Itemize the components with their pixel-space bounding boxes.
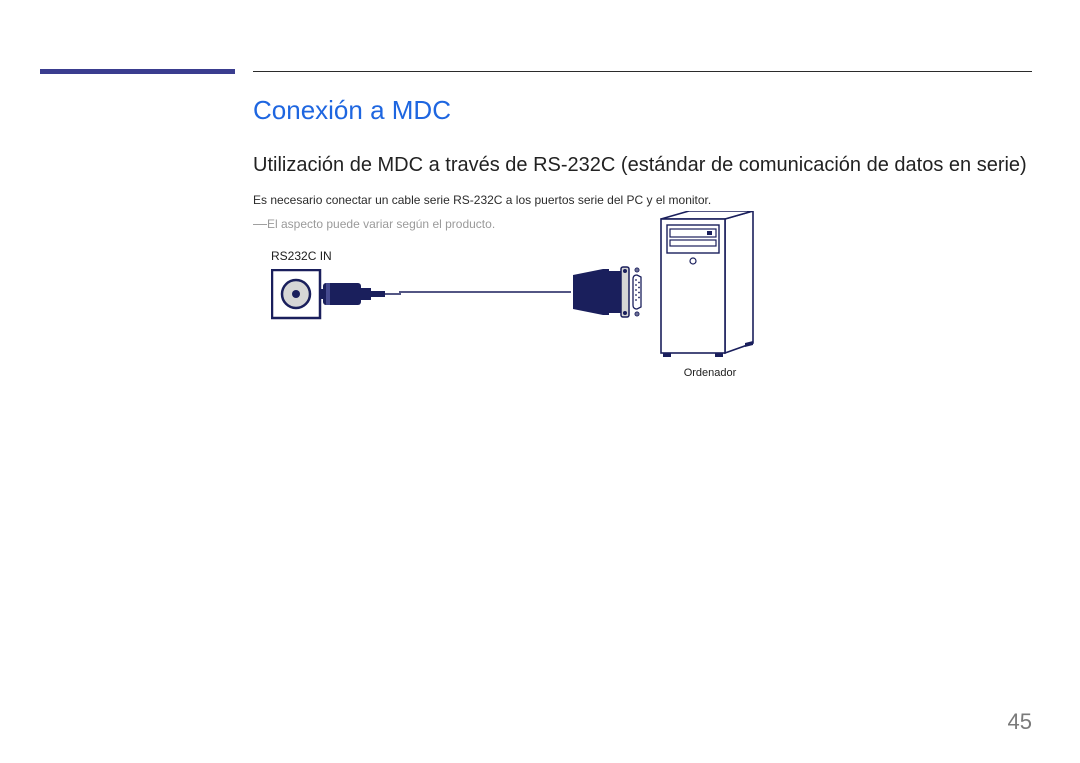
computer-caption: Ordenador bbox=[655, 367, 765, 379]
product-note: El aspecto puede variar según el product… bbox=[253, 217, 1032, 231]
body-paragraph: Es necesario conectar un cable serie RS-… bbox=[253, 193, 1032, 207]
connection-diagram: RS232C IN bbox=[271, 249, 791, 419]
page-number: 45 bbox=[1008, 709, 1032, 735]
header-rule bbox=[253, 71, 1032, 72]
header-accent-bar bbox=[40, 69, 235, 74]
section-subtitle: Utilización de MDC a través de RS-232C (… bbox=[253, 154, 1032, 177]
main-content: Conexión a MDC Utilización de MDC a trav… bbox=[253, 95, 1032, 419]
db9-connector-icon bbox=[569, 265, 659, 325]
page-title: Conexión a MDC bbox=[253, 95, 1032, 126]
manual-page: Conexión a MDC Utilización de MDC a trav… bbox=[0, 0, 1080, 763]
computer-tower-icon bbox=[655, 211, 765, 361]
computer-group: Ordenador bbox=[655, 211, 765, 379]
